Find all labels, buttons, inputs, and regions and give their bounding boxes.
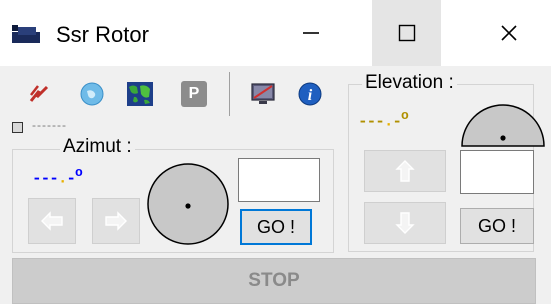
close-button[interactable] [474,0,543,66]
azimut-right-button[interactable] [92,198,140,244]
elevation-reading: ---.-o [358,108,409,131]
azimut-reading-tail: - [66,169,76,188]
close-icon [500,25,517,41]
elevation-input[interactable] [460,150,534,194]
elevation-go-label: GO ! [477,215,516,236]
p-icon: P [181,81,207,107]
minimize-icon [302,32,319,34]
window-title: Ssr Rotor [56,22,149,47]
info-icon-glyph: i [298,82,322,106]
app-icon [12,25,40,43]
maximize-icon [398,24,415,42]
elevation-reading-dashes: --- [358,112,385,131]
arrow-right-icon [105,211,127,231]
screen-icon[interactable] [250,80,278,108]
azimut-input[interactable] [238,158,320,202]
world-map-icon-glyph [127,82,153,106]
ssr-rotor-window: Ssr Rotor P i ------- Azimut: ---.-o GO… [0,0,551,304]
azimut-dial [147,163,229,245]
elevation-label: Elevation : [362,72,457,94]
title-bar: Ssr Rotor [0,0,551,66]
status-indicator [12,122,23,133]
elevation-dial [461,104,545,147]
arrow-down-icon [395,212,415,234]
minimize-button[interactable] [276,0,345,66]
maximize-button[interactable] [372,0,441,66]
elevation-reading-tail: - [392,112,402,131]
lightning-icon-glyph [29,85,49,102]
globe-icon[interactable] [78,80,106,108]
status-text: ------- [32,118,67,132]
stop-button[interactable]: STOP [12,258,536,304]
elevation-go-button[interactable]: GO ! [460,208,534,244]
azimut-go-label: GO ! [256,216,295,237]
elevation-reading-degree: o [401,108,409,123]
svg-text:i: i [308,87,313,104]
azimut-go-button[interactable]: GO ! [240,209,312,245]
world-map-icon[interactable] [126,80,154,108]
toolbar-separator [229,72,230,116]
azimut-left-button[interactable] [28,198,76,244]
azimut-reading: ---.-o [32,165,83,188]
azimut-label: Azimut : [60,136,135,158]
screen-icon-glyph [251,83,275,104]
lightning-icon[interactable] [26,80,54,108]
elevation-down-button[interactable] [364,202,446,244]
globe-icon-glyph [80,82,104,106]
p-button[interactable]: P [180,80,208,108]
azimut-reading-dashes: --- [32,169,59,188]
arrow-left-icon [41,211,63,231]
elevation-up-button[interactable] [364,150,446,192]
info-icon[interactable]: i [296,80,324,108]
azimut-reading-degree: o [75,165,83,180]
arrow-up-icon [395,160,415,182]
